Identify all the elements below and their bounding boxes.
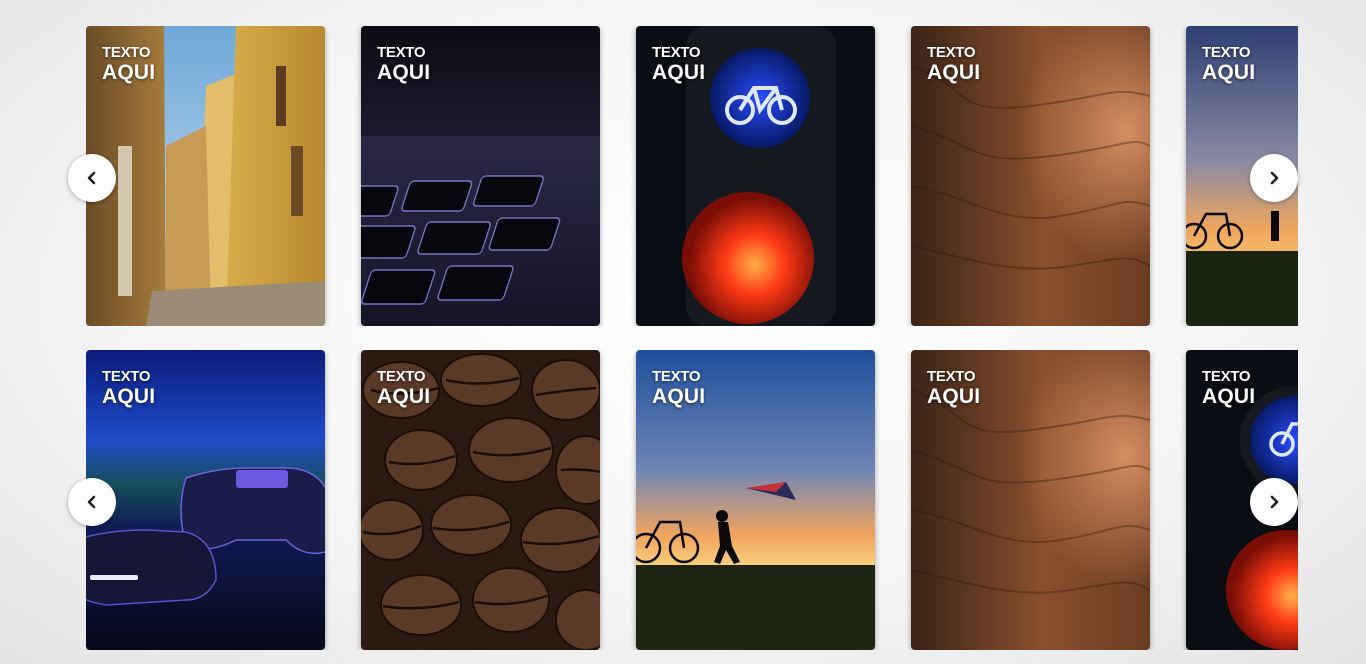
chevron-right-icon [1270,495,1279,509]
carousel-card[interactable]: TEXTO AQUI [86,26,325,326]
card-caption: TEXTO AQUI [927,44,980,85]
carousel-prev-button[interactable] [68,154,116,202]
caption-small-text: TEXTO [102,44,151,61]
caption-big-text: AQUI [652,61,706,84]
caption-small-text: TEXTO [652,368,701,385]
carousel-card[interactable]: TEXTO AQUI [911,350,1150,650]
carousel-next-button[interactable] [1250,478,1298,526]
card-caption: TEXTO AQUI [1202,44,1255,85]
caption-small-text: TEXTO [377,44,426,61]
caption-big-text: AQUI [927,385,981,408]
caption-small-text: TEXTO [102,368,151,385]
carousel-row-2: TEXTO AQUI TEXTO AQUI TEXTO AQUI TEXTO A… [86,350,1298,650]
caption-big-text: AQUI [652,385,706,408]
caption-small-text: TEXTO [927,44,976,61]
caption-big-text: AQUI [377,61,431,84]
caption-big-text: AQUI [102,385,156,408]
card-caption: TEXTO AQUI [652,44,705,85]
chevron-left-icon [87,171,96,185]
carousel-track: TEXTO AQUI TEXTO AQUI TEXTO AQUI TEXTO A… [86,26,1298,326]
chevron-right-icon [1270,171,1279,185]
carousel-card[interactable]: TEXTO AQUI [361,26,600,326]
carousel-card[interactable]: TEXTO AQUI [361,350,600,650]
card-caption: TEXTO AQUI [652,368,705,409]
caption-big-text: AQUI [1202,385,1256,408]
caption-big-text: AQUI [1202,61,1256,84]
card-caption: TEXTO AQUI [102,368,155,409]
card-caption: TEXTO AQUI [377,368,430,409]
caption-big-text: AQUI [102,61,156,84]
carousel-row-1: TEXTO AQUI TEXTO AQUI TEXTO AQUI TEXTO A… [86,26,1298,326]
carousel-next-button[interactable] [1250,154,1298,202]
carousel-card[interactable]: TEXTO AQUI [86,350,325,650]
caption-big-text: AQUI [377,385,431,408]
carousel-card[interactable]: TEXTO AQUI [636,350,875,650]
caption-small-text: TEXTO [1202,368,1251,385]
card-caption: TEXTO AQUI [927,368,980,409]
carousel-card[interactable]: TEXTO AQUI [911,26,1150,326]
card-caption: TEXTO AQUI [102,44,155,85]
caption-small-text: TEXTO [927,368,976,385]
caption-small-text: TEXTO [652,44,701,61]
card-caption: TEXTO AQUI [1202,368,1255,409]
caption-small-text: TEXTO [377,368,426,385]
chevron-left-icon [87,495,96,509]
carousel-card[interactable]: TEXTO AQUI [636,26,875,326]
caption-big-text: AQUI [927,61,981,84]
caption-small-text: TEXTO [1202,44,1251,61]
carousel-track: TEXTO AQUI TEXTO AQUI TEXTO AQUI TEXTO A… [86,350,1298,650]
card-caption: TEXTO AQUI [377,44,430,85]
carousel-prev-button[interactable] [68,478,116,526]
